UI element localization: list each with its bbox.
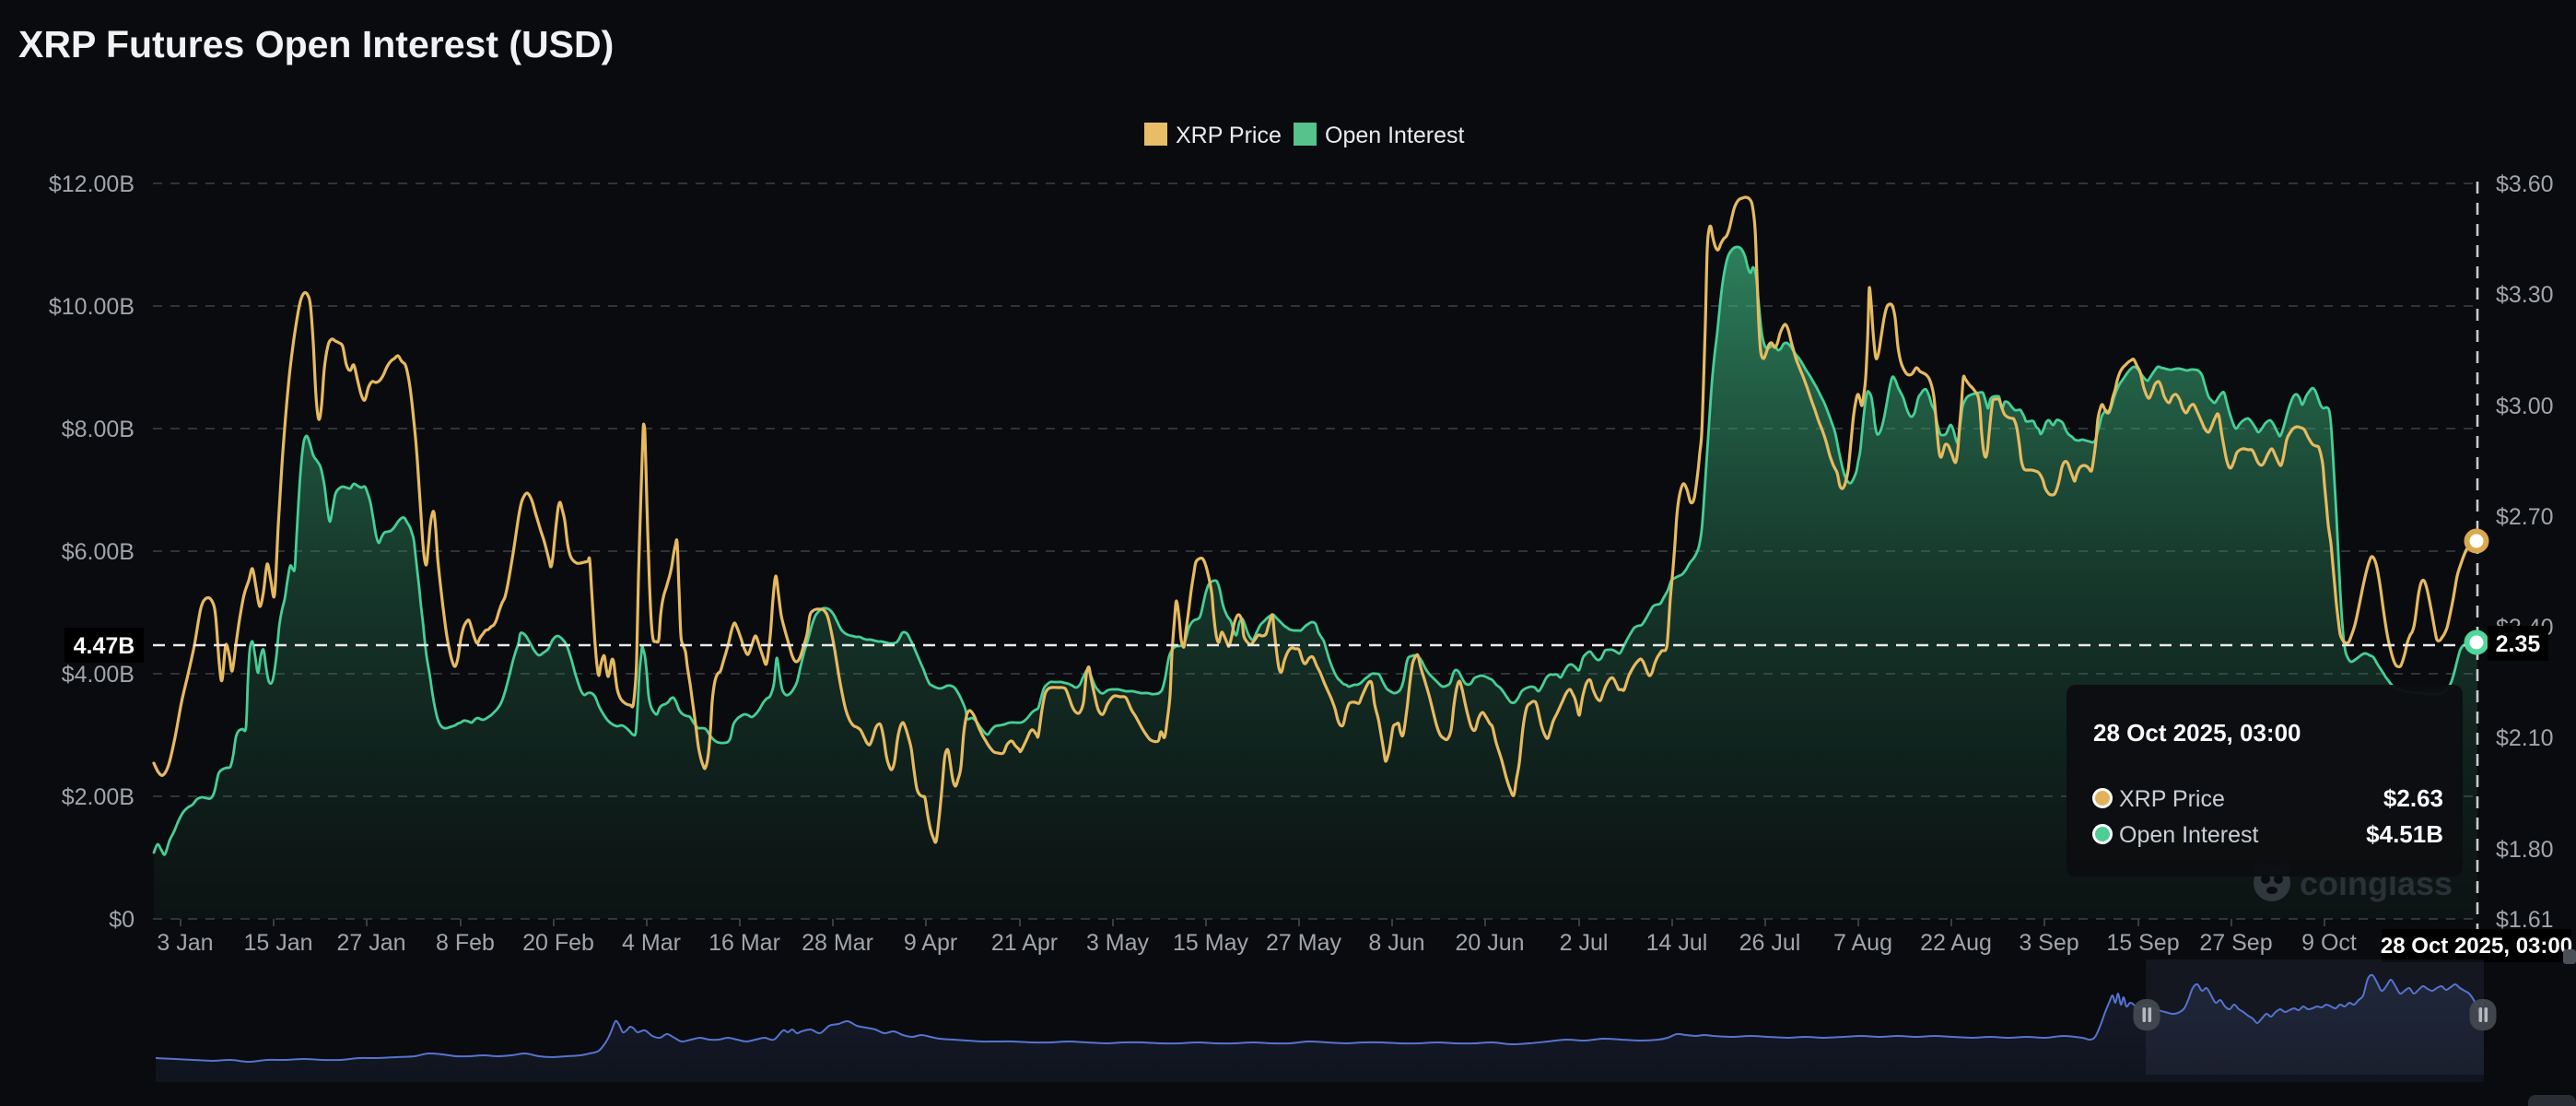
svg-text:15 May: 15 May — [1173, 930, 1248, 956]
svg-text:XRP Price: XRP Price — [2119, 786, 2225, 812]
svg-text:Open Interest: Open Interest — [1325, 123, 1465, 148]
svg-text:XRP Price: XRP Price — [1176, 123, 1282, 148]
svg-text:27 May: 27 May — [1266, 930, 1341, 956]
svg-text:$0: $0 — [109, 907, 135, 933]
svg-text:$1.61: $1.61 — [2496, 907, 2554, 933]
svg-text:$1.80: $1.80 — [2496, 837, 2554, 863]
svg-text:Open Interest: Open Interest — [2119, 822, 2259, 848]
svg-text:15 Jan: 15 Jan — [243, 930, 312, 956]
svg-text:$2.00B: $2.00B — [62, 784, 135, 810]
svg-text:14 Jul: 14 Jul — [1646, 930, 1708, 956]
svg-text:$3.00: $3.00 — [2496, 394, 2554, 419]
svg-text:20 Jun: 20 Jun — [1455, 930, 1524, 956]
svg-text:28 Oct 2025, 03:00: 28 Oct 2025, 03:00 — [2381, 934, 2572, 959]
svg-text:4 Mar: 4 Mar — [622, 930, 681, 956]
svg-text:$2.70: $2.70 — [2496, 504, 2554, 530]
svg-text:28 Mar: 28 Mar — [802, 930, 873, 956]
svg-text:27 Sep: 27 Sep — [2199, 930, 2272, 956]
svg-text:$3.60: $3.60 — [2496, 171, 2554, 197]
svg-text:$3.30: $3.30 — [2496, 282, 2554, 308]
svg-text:16 Mar: 16 Mar — [708, 930, 780, 956]
svg-text:22 Aug: 22 Aug — [1920, 930, 1992, 956]
svg-text:20 Feb: 20 Feb — [522, 930, 594, 956]
svg-text:$4.51B: $4.51B — [2366, 820, 2443, 848]
svg-text:15 Sep: 15 Sep — [2106, 930, 2179, 956]
svg-text:7 Aug: 7 Aug — [1833, 930, 1892, 956]
svg-text:$6.00B: $6.00B — [62, 539, 135, 565]
svg-text:8 Feb: 8 Feb — [436, 930, 495, 956]
svg-text:$4.00B: $4.00B — [62, 662, 135, 688]
svg-text:9 Oct: 9 Oct — [2301, 930, 2357, 956]
svg-text:2.35: 2.35 — [2496, 631, 2541, 657]
svg-text:3 Jan: 3 Jan — [157, 930, 213, 956]
svg-text:26 Jul: 26 Jul — [1739, 930, 1801, 956]
svg-text:9 Apr: 9 Apr — [904, 930, 957, 956]
svg-text:$10.00B: $10.00B — [49, 294, 135, 320]
svg-text:3 Sep: 3 Sep — [2019, 930, 2078, 956]
svg-text:3 May: 3 May — [1086, 930, 1150, 956]
svg-text:2 Jul: 2 Jul — [1560, 930, 1609, 956]
svg-text:$8.00B: $8.00B — [62, 417, 135, 442]
svg-text:28 Oct 2025, 03:00: 28 Oct 2025, 03:00 — [2093, 719, 2301, 747]
svg-text:$2.63: $2.63 — [2383, 784, 2443, 812]
svg-text:XRP Futures Open Interest (USD: XRP Futures Open Interest (USD) — [18, 23, 614, 65]
svg-text:$12.00B: $12.00B — [49, 171, 135, 197]
svg-text:4.47B: 4.47B — [74, 633, 135, 659]
svg-text:$2.10: $2.10 — [2496, 725, 2554, 751]
svg-text:21 Apr: 21 Apr — [991, 930, 1058, 956]
svg-text:8 Jun: 8 Jun — [1368, 930, 1424, 956]
svg-text:27 Jan: 27 Jan — [336, 930, 405, 956]
